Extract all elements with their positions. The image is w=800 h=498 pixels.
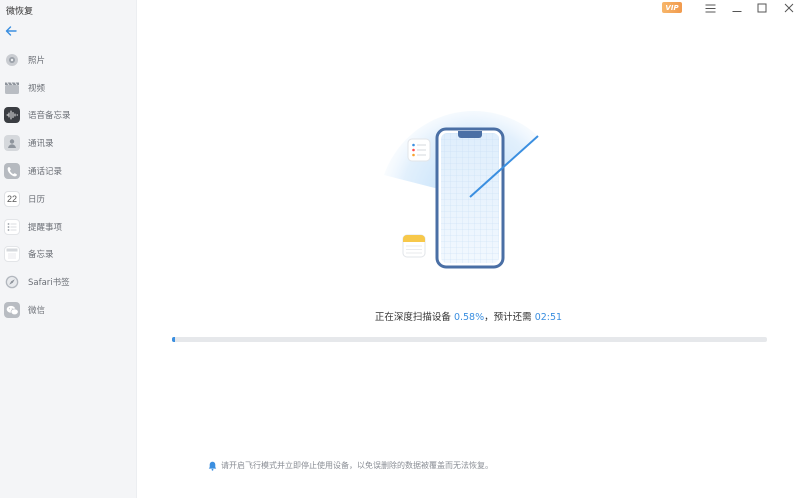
calendar-icon: 22: [4, 190, 20, 207]
scan-eta-label: ，预计还需: [484, 312, 532, 323]
sidebar-item-reminders[interactable]: 提醒事项: [0, 213, 137, 241]
scan-progress-fill: [172, 337, 176, 342]
maximize-icon: [757, 3, 767, 13]
notes-icon: [4, 246, 20, 263]
sidebar-item-label: Safari书签: [28, 278, 70, 289]
contacts-icon: [4, 135, 20, 152]
hamburger-icon: [705, 4, 715, 12]
category-nav: 照片 视频 语音备忘录 通讯录 通话记录 22 日历 提醒事项 备忘录 Safa…: [0, 46, 137, 324]
sidebar-item-label: 视频: [28, 83, 46, 94]
vip-badge[interactable]: VIP: [662, 2, 682, 13]
phone-icon: [4, 163, 20, 180]
app-title: 微恢复: [6, 7, 34, 17]
airplane-mode-tip: 请开启飞行模式并立即停止使用设备，以免误删除的数据被覆盖而无法恢复。: [208, 460, 493, 471]
sidebar-item-call-log[interactable]: 通话记录: [0, 157, 137, 185]
menu-button[interactable]: [702, 0, 718, 16]
bell-icon: [208, 461, 218, 471]
sidebar-item-label: 日历: [28, 194, 46, 205]
sidebar-item-wechat[interactable]: 微信: [0, 296, 137, 324]
sidebar-item-label: 微信: [28, 306, 46, 317]
scan-status-text: 正在深度扫描设备: [374, 312, 451, 323]
sidebar-item-label: 语音备忘录: [28, 111, 71, 122]
scan-eta: 02:51: [534, 312, 563, 323]
sidebar-item-label: 提醒事项: [28, 222, 63, 233]
photos-icon: [4, 52, 20, 68]
sidebar-item-label: 照片: [28, 55, 46, 66]
scan-percent: 0.58%: [453, 312, 485, 323]
sidebar-item-calendar[interactable]: 22 日历: [0, 185, 137, 213]
sidebar-item-notes[interactable]: 备忘录: [0, 241, 137, 269]
sidebar-item-label: 通话记录: [28, 167, 63, 178]
close-button[interactable]: [781, 0, 797, 16]
back-button[interactable]: [4, 24, 18, 38]
minimize-icon: [732, 11, 742, 12]
sidebar: 微恢复 照片 视频 语音备忘录 通讯录 通话记录 22 日历 提醒事项 备忘录 …: [0, 0, 137, 498]
sidebar-item-voice-memos[interactable]: 语音备忘录: [0, 102, 137, 130]
video-icon: [4, 80, 20, 96]
sidebar-item-video[interactable]: 视频: [0, 74, 137, 102]
safari-icon: [4, 274, 20, 290]
wechat-icon: [4, 302, 20, 319]
sidebar-item-safari-bookmarks[interactable]: Safari书签: [0, 268, 137, 296]
tip-text: 请开启飞行模式并立即停止使用设备，以免误删除的数据被覆盖而无法恢复。: [221, 461, 493, 470]
sidebar-item-label: 通讯录: [28, 139, 54, 150]
sidebar-item-contacts[interactable]: 通讯录: [0, 129, 137, 157]
sidebar-item-label: 备忘录: [28, 250, 54, 261]
maximize-button[interactable]: [754, 0, 770, 16]
voice-memo-icon: [4, 107, 20, 124]
scan-illustration: [378, 103, 540, 273]
minimize-button[interactable]: [729, 0, 745, 16]
arrow-left-icon: [5, 26, 17, 36]
close-icon: [784, 3, 794, 13]
reminders-icon: [4, 218, 20, 235]
scan-progress-bar: [172, 337, 767, 342]
scan-status: 正在深度扫描设备 0.58%，预计还需 02:51: [137, 309, 800, 323]
sidebar-item-photos[interactable]: 照片: [0, 46, 137, 74]
